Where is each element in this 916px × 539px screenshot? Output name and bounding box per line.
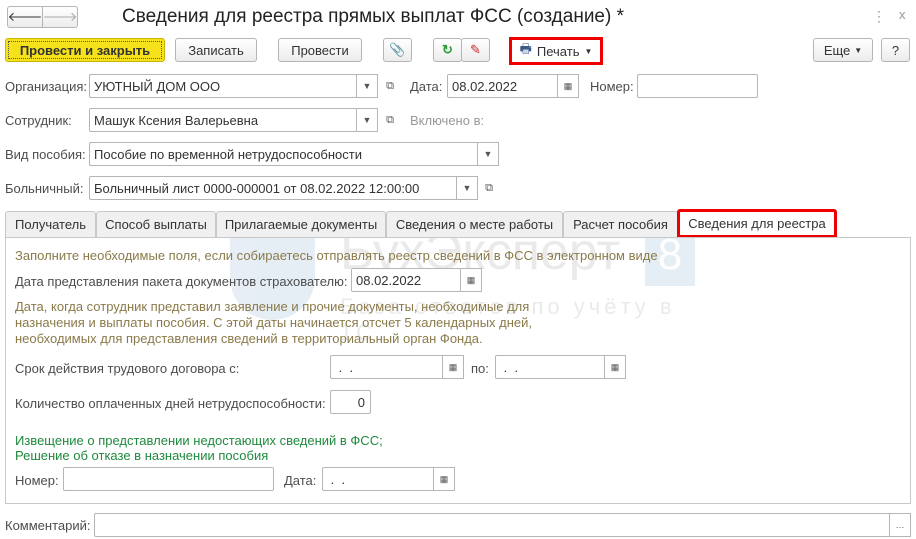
comment-field[interactable]: … bbox=[94, 513, 911, 537]
ellipsis-icon[interactable]: … bbox=[889, 513, 911, 537]
comment-label: Комментарий: bbox=[5, 518, 91, 533]
org-label: Организация: bbox=[5, 79, 88, 94]
tab-benefit-calc[interactable]: Расчет пособия bbox=[563, 211, 678, 237]
calendar-icon[interactable]: ▦ bbox=[433, 467, 455, 491]
tab-attached-docs[interactable]: Прилагаемые документы bbox=[216, 211, 386, 237]
open-icon[interactable]: ⧉ bbox=[479, 176, 499, 200]
org-field[interactable]: УЮТНЫЙ ДОМ ООО ▼ bbox=[89, 74, 378, 98]
attachment-icon[interactable]: 📎 bbox=[383, 38, 412, 62]
more-button[interactable]: Еще ▼ bbox=[813, 38, 873, 62]
printer-icon: 🖶 bbox=[519, 41, 532, 56]
calendar-icon[interactable]: ▦ bbox=[557, 74, 579, 98]
employee-field[interactable]: Машук Ксения Валерьевна ▼ bbox=[89, 108, 378, 132]
benefit-label: Вид пособия: bbox=[5, 147, 86, 162]
refusal-link[interactable]: Решение об отказе в назначении пособия bbox=[15, 448, 268, 463]
tab-panel: Заполните необходимые поля, если собирае… bbox=[5, 237, 911, 504]
dropdown-icon[interactable]: ▼ bbox=[477, 142, 499, 166]
contract-label: Срок действия трудового договора с: bbox=[15, 361, 240, 376]
included-label: Включено в: bbox=[410, 113, 485, 128]
sick-label: Больничный: bbox=[5, 181, 84, 196]
more-vert-icon[interactable]: ⋮ bbox=[872, 8, 886, 25]
dropdown-icon[interactable]: ▼ bbox=[356, 74, 378, 98]
forward-button[interactable]: 🡒 bbox=[42, 6, 78, 28]
help-button[interactable]: ? bbox=[881, 38, 910, 62]
post-and-close-button[interactable]: Провести и закрыть bbox=[5, 38, 165, 62]
tab-payment-method[interactable]: Способ выплаты bbox=[96, 211, 216, 237]
employee-label: Сотрудник: bbox=[5, 113, 72, 128]
contract-to-field[interactable]: . . ▦ bbox=[495, 355, 626, 379]
post-button[interactable]: Провести bbox=[278, 38, 362, 62]
calendar-icon[interactable]: ▦ bbox=[442, 355, 464, 379]
back-button[interactable]: 🡐 bbox=[7, 6, 43, 28]
dropdown-icon[interactable]: ▼ bbox=[456, 176, 478, 200]
open-icon[interactable]: ⧉ bbox=[380, 108, 400, 132]
open-icon[interactable]: ⧉ bbox=[380, 74, 400, 98]
dropdown-icon[interactable]: ▼ bbox=[356, 108, 378, 132]
submit-note: Дата, когда сотрудник представил заявлен… bbox=[15, 299, 533, 346]
chevron-down-icon: ▼ bbox=[584, 46, 593, 56]
number-field[interactable] bbox=[637, 74, 758, 98]
refresh-icon[interactable]: ↻ bbox=[433, 38, 462, 62]
notice-date-label: Дата: bbox=[284, 473, 317, 488]
tab-registry-info[interactable]: Сведения для реестра bbox=[677, 209, 837, 238]
date-field[interactable]: 08.02.2022 ▦ bbox=[447, 74, 579, 98]
sick-field[interactable]: Больничный лист 0000-000001 от 08.02.202… bbox=[89, 176, 478, 200]
save-button[interactable]: Записать bbox=[175, 38, 257, 62]
calendar-icon[interactable]: ▦ bbox=[460, 268, 482, 292]
contract-from-field[interactable]: . . ▦ bbox=[330, 355, 464, 379]
num-field[interactable] bbox=[63, 467, 274, 491]
tab-workplace[interactable]: Сведения о месте работы bbox=[386, 211, 563, 237]
submit-date-label: Дата представления пакета документов стр… bbox=[15, 274, 348, 289]
contract-to-label: по: bbox=[471, 361, 489, 376]
calendar-icon[interactable]: ▦ bbox=[604, 355, 626, 379]
days-field[interactable]: 0 bbox=[330, 390, 371, 414]
benefit-field[interactable]: Пособие по временной нетрудоспособности ▼ bbox=[89, 142, 499, 166]
close-icon[interactable]: x bbox=[899, 7, 906, 22]
notice-link[interactable]: Извещение о представлении недостающих св… bbox=[15, 433, 383, 448]
date-label: Дата: bbox=[410, 79, 443, 94]
number-label: Номер: bbox=[590, 79, 634, 94]
submit-date-field[interactable]: 08.02.2022 ▦ bbox=[351, 268, 482, 292]
edit-clear-icon[interactable]: ✎ bbox=[461, 38, 490, 62]
window-title: Сведения для реестра прямых выплат ФСС (… bbox=[122, 6, 624, 27]
num-label: Номер: bbox=[15, 473, 59, 488]
print-button[interactable]: 🖶 Печать ▼ bbox=[512, 40, 600, 62]
hint-text: Заполните необходимые поля, если собирае… bbox=[15, 248, 658, 263]
tab-recipient[interactable]: Получатель bbox=[5, 211, 96, 237]
notice-date-field[interactable]: . . ▦ bbox=[322, 467, 455, 491]
days-label: Количество оплаченных дней нетрудоспособ… bbox=[15, 396, 326, 411]
